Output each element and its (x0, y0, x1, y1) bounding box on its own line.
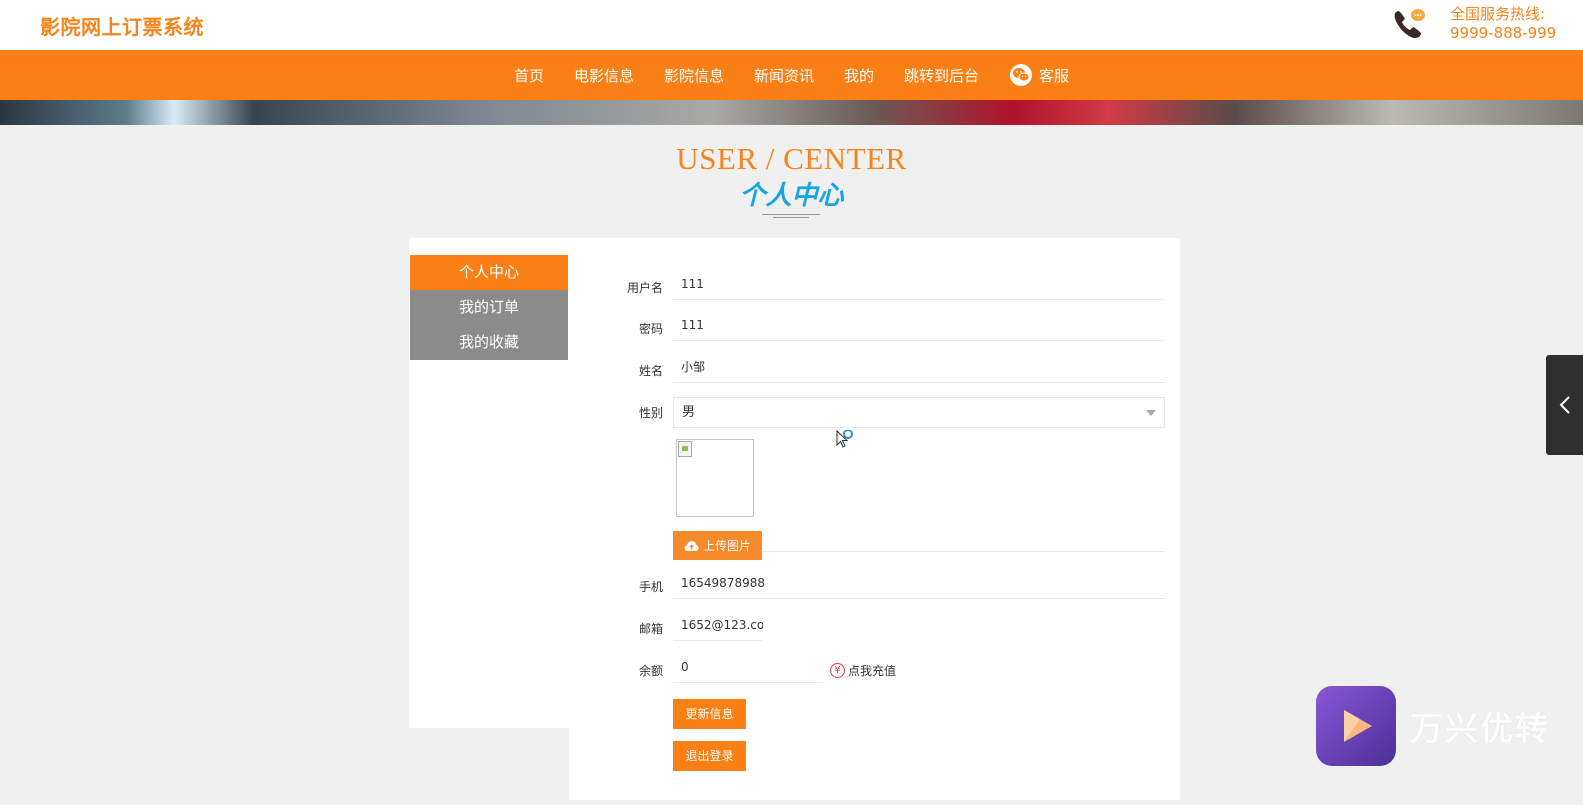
banner-image (0, 100, 1583, 125)
gender-select[interactable]: 男 (673, 397, 1165, 428)
avatar-preview (676, 439, 754, 517)
mouse-cursor-icon (836, 430, 853, 448)
section-title-cn: 个人中心 (739, 181, 844, 211)
username-input[interactable] (673, 268, 1165, 300)
site-title[interactable]: 影院网上订票系统 (40, 11, 204, 40)
chevron-left-icon (1559, 396, 1570, 414)
hotline-number: 9999-888-999 (1450, 24, 1557, 42)
upload-image-label: 上传图片 (702, 539, 751, 553)
email-label: 邮箱 (638, 622, 663, 636)
sidebar-item-my-favorites[interactable]: 我的收藏 (410, 325, 568, 360)
broken-image-icon (678, 441, 692, 457)
upload-image-button[interactable]: 上传图片 (673, 531, 762, 560)
recharge-label: 点我充值 (848, 664, 897, 678)
section-title-en: USER / CENTER (676, 141, 907, 176)
play-logo-icon (1316, 686, 1396, 766)
watermark-text: 万兴优转 (1410, 709, 1550, 748)
username-label: 用户名 (626, 281, 663, 295)
nav-news[interactable]: 新闻资讯 (754, 65, 814, 86)
chevron-down-icon (1146, 410, 1156, 416)
nav-movies[interactable]: 电影信息 (574, 65, 634, 86)
name-input[interactable] (673, 351, 1165, 383)
email-input[interactable] (673, 609, 763, 641)
side-toggle-button[interactable] (1546, 355, 1583, 455)
watermark: 万兴优转 (1316, 686, 1550, 766)
gender-label: 性别 (638, 406, 663, 420)
phone-input[interactable] (673, 567, 1165, 599)
phone-label: 手机 (638, 580, 663, 594)
title-divider-short (773, 217, 809, 218)
nav-customer-service[interactable]: 客服 (1009, 64, 1069, 86)
sidebar-item-my-orders[interactable]: 我的订单 (410, 290, 568, 325)
sidebar-item-user-center[interactable]: 个人中心 (410, 255, 568, 290)
top-header: 影院网上订票系统 全国服务热线: 9999-888-999 (0, 0, 1583, 50)
gender-selected-value: 男 (682, 405, 696, 420)
cloud-upload-icon (684, 540, 699, 551)
name-label: 姓名 (638, 364, 663, 378)
recharge-link[interactable]: ¥ 点我充值 (830, 662, 896, 679)
password-input[interactable] (673, 309, 1165, 341)
update-info-button[interactable]: 更新信息 (673, 699, 746, 729)
main-nav: 首页 电影信息 影院信息 新闻资讯 我的 跳转到后台 客服 (0, 50, 1583, 100)
phone-icon (1394, 9, 1425, 39)
balance-input (673, 651, 823, 683)
password-label: 密码 (638, 322, 663, 336)
hotline-label: 全国服务热线: (1450, 5, 1546, 23)
nav-admin[interactable]: 跳转到后台 (904, 65, 979, 86)
nav-customer-service-label: 客服 (1039, 66, 1070, 85)
yen-icon: ¥ (830, 663, 845, 678)
wechat-icon (1010, 64, 1033, 86)
nav-mine[interactable]: 我的 (844, 65, 874, 86)
logout-button[interactable]: 退出登录 (673, 741, 746, 771)
nav-home[interactable]: 首页 (514, 65, 544, 86)
hotline: 全国服务热线: 9999-888-999 (1450, 5, 1556, 43)
balance-label: 余额 (638, 664, 663, 678)
title-divider (762, 214, 820, 215)
nav-cinemas[interactable]: 影院信息 (664, 65, 724, 86)
